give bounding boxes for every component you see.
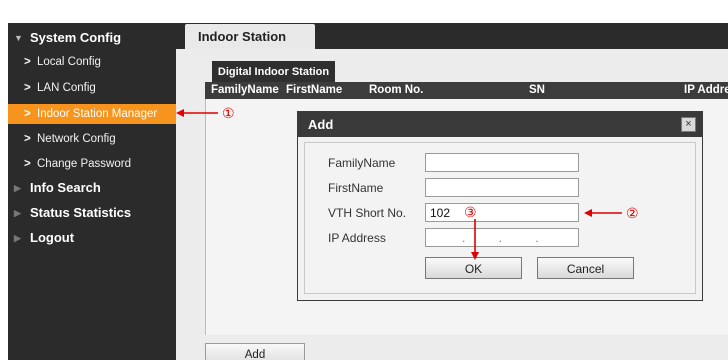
arrowhead-icon (176, 109, 184, 117)
arrowhead-icon (584, 209, 592, 217)
annotation-arrows (176, 109, 622, 260)
annotation-step-1: ① (222, 105, 235, 121)
annotation-step-2: ② (626, 205, 639, 221)
annotation-step-3: ③ (464, 204, 477, 220)
arrowhead-icon (471, 252, 479, 260)
